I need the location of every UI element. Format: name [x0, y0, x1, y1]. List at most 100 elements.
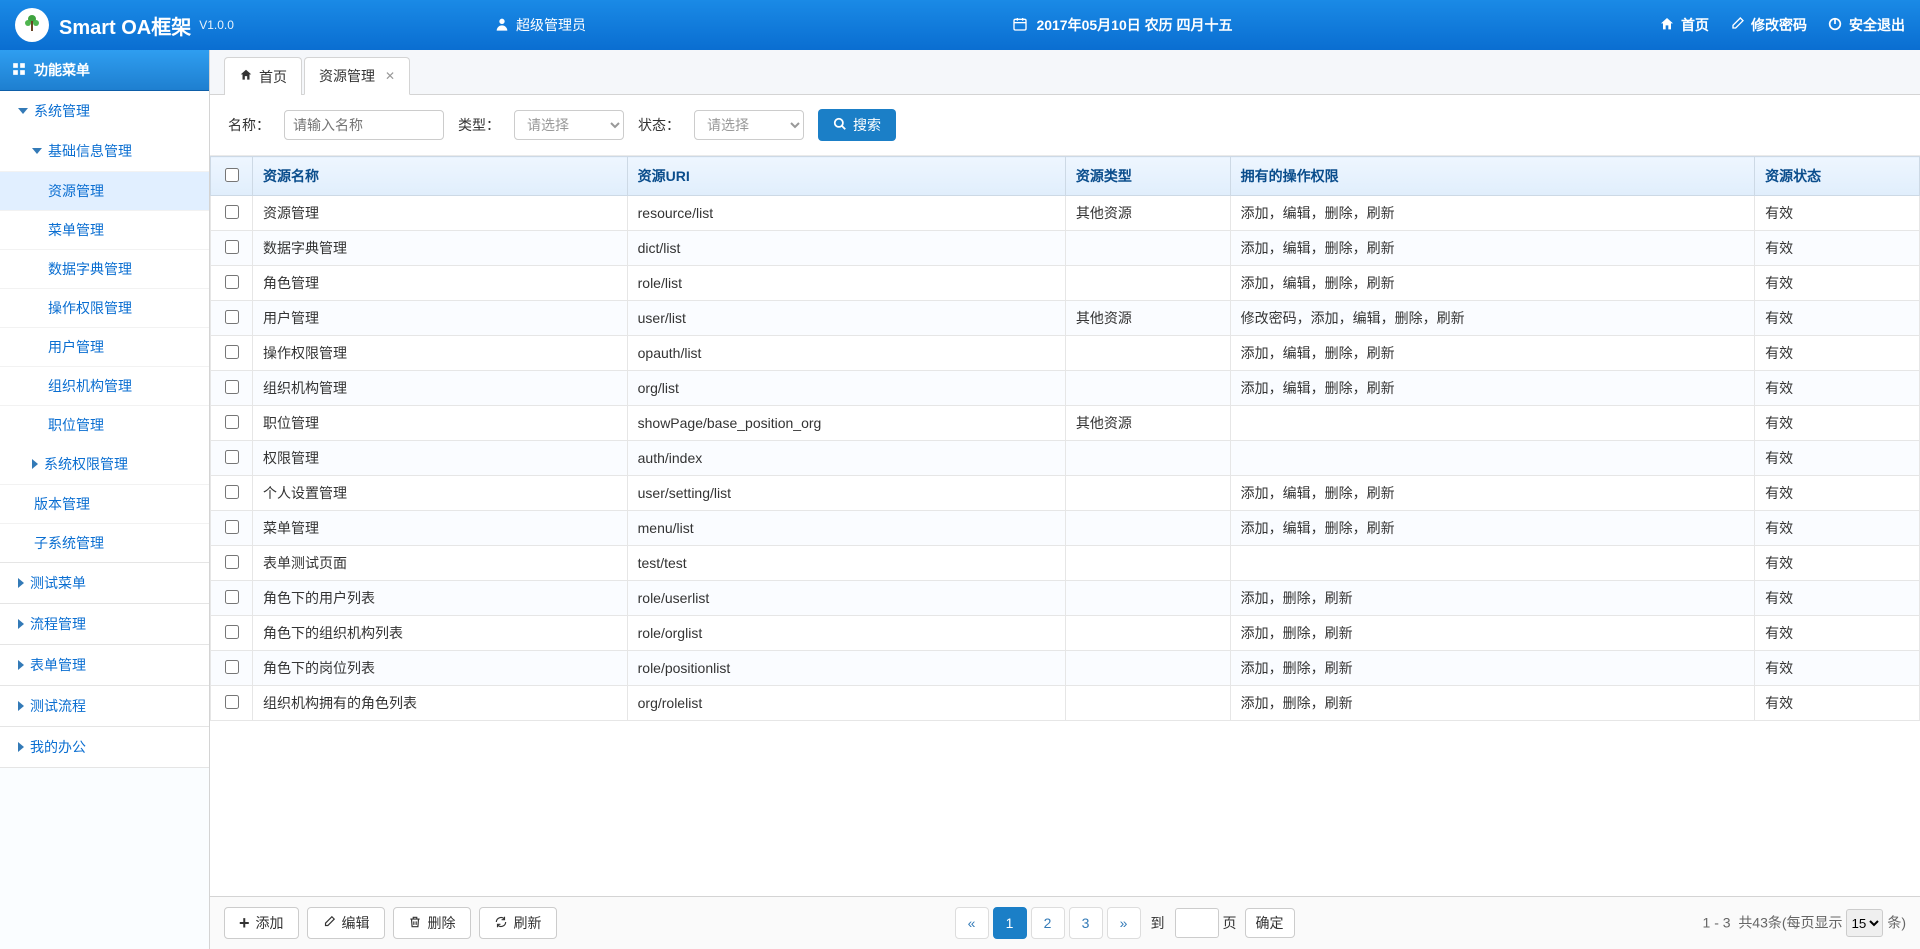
sidebar-item[interactable]: 操作权限管理: [0, 288, 209, 327]
add-button[interactable]: +添加: [224, 907, 299, 939]
table-row[interactable]: 用户管理user/list其他资源修改密码，添加，编辑，删除，刷新有效: [211, 301, 1920, 336]
cell-type: [1065, 651, 1230, 686]
refresh-button[interactable]: 刷新: [479, 907, 557, 939]
column-header: 拥有的操作权限: [1230, 157, 1754, 196]
cell-uri: role/orglist: [627, 616, 1065, 651]
pager-page[interactable]: 3: [1069, 907, 1103, 939]
tab-home[interactable]: 首页: [224, 57, 302, 95]
row-checkbox[interactable]: [225, 310, 239, 324]
table-row[interactable]: 组织机构拥有的角色列表org/rolelist添加，删除，刷新有效: [211, 686, 1920, 721]
menu-system-mgmt[interactable]: 系统管理: [0, 91, 209, 131]
cell-uri: opauth/list: [627, 336, 1065, 371]
row-checkbox[interactable]: [225, 275, 239, 289]
table-row[interactable]: 操作权限管理opauth/list添加，编辑，删除，刷新有效: [211, 336, 1920, 371]
column-header: 资源名称: [253, 157, 628, 196]
cell-uri: user/list: [627, 301, 1065, 336]
menu-group[interactable]: 我的办公: [0, 727, 209, 767]
cell-status: 有效: [1755, 406, 1920, 441]
power-icon: [1827, 16, 1843, 35]
row-checkbox[interactable]: [225, 625, 239, 639]
cell-name: 角色管理: [253, 266, 628, 301]
current-user[interactable]: 超级管理员: [494, 15, 586, 35]
logout-link[interactable]: 安全退出: [1827, 15, 1905, 35]
pager-page[interactable]: 1: [993, 907, 1027, 939]
menu-base-info[interactable]: 基础信息管理: [0, 131, 209, 171]
brand-title: Smart OA框架: [59, 11, 191, 40]
status-select[interactable]: 请选择: [694, 110, 804, 140]
cell-perm: 添加，编辑，删除，刷新: [1230, 476, 1754, 511]
menu-group[interactable]: 测试流程: [0, 686, 209, 726]
sidebar-header: 功能菜单: [0, 50, 209, 91]
sidebar-item[interactable]: 版本管理: [0, 484, 209, 523]
page-confirm-button[interactable]: 确定: [1245, 908, 1295, 938]
close-icon[interactable]: ✕: [385, 69, 395, 83]
row-checkbox[interactable]: [225, 240, 239, 254]
edit-button[interactable]: 编辑: [307, 907, 385, 939]
row-checkbox[interactable]: [225, 415, 239, 429]
cell-name: 用户管理: [253, 301, 628, 336]
row-checkbox[interactable]: [225, 345, 239, 359]
menu-group[interactable]: 测试菜单: [0, 563, 209, 603]
cell-name: 表单测试页面: [253, 546, 628, 581]
sidebar-item[interactable]: 数据字典管理: [0, 249, 209, 288]
cell-uri: role/positionlist: [627, 651, 1065, 686]
table-row[interactable]: 角色管理role/list添加，编辑，删除，刷新有效: [211, 266, 1920, 301]
cell-uri: resource/list: [627, 196, 1065, 231]
type-label: 类型：: [458, 115, 500, 135]
cell-perm: 添加，编辑，删除，刷新: [1230, 196, 1754, 231]
table-row[interactable]: 表单测试页面test/test有效: [211, 546, 1920, 581]
row-checkbox[interactable]: [225, 520, 239, 534]
home-icon: [239, 68, 253, 85]
name-input[interactable]: [284, 110, 444, 140]
type-select[interactable]: 请选择: [514, 110, 624, 140]
logo-icon: [15, 8, 49, 42]
tab-resource-mgmt[interactable]: 资源管理 ✕: [304, 57, 410, 95]
cell-type: [1065, 616, 1230, 651]
table-row[interactable]: 数据字典管理dict/list添加，编辑，删除，刷新有效: [211, 231, 1920, 266]
page-size-select[interactable]: 15: [1846, 909, 1883, 937]
search-button[interactable]: 搜索: [818, 109, 896, 141]
row-checkbox[interactable]: [225, 590, 239, 604]
delete-button[interactable]: 删除: [393, 907, 471, 939]
row-checkbox[interactable]: [225, 205, 239, 219]
table-row[interactable]: 角色下的组织机构列表role/orglist添加，删除，刷新有效: [211, 616, 1920, 651]
table-row[interactable]: 角色下的岗位列表role/positionlist添加，删除，刷新有效: [211, 651, 1920, 686]
cell-name: 角色下的用户列表: [253, 581, 628, 616]
sidebar-item[interactable]: 职位管理: [0, 405, 209, 444]
row-checkbox[interactable]: [225, 695, 239, 709]
table-row[interactable]: 组织机构管理org/list添加，编辑，删除，刷新有效: [211, 371, 1920, 406]
sidebar-item[interactable]: 资源管理: [0, 171, 209, 210]
table-row[interactable]: 菜单管理menu/list添加，编辑，删除，刷新有效: [211, 511, 1920, 546]
row-checkbox[interactable]: [225, 450, 239, 464]
home-link[interactable]: 首页: [1659, 15, 1709, 35]
table-row[interactable]: 资源管理resource/list其他资源添加，编辑，删除，刷新有效: [211, 196, 1920, 231]
table-row[interactable]: 个人设置管理user/setting/list添加，编辑，删除，刷新有效: [211, 476, 1920, 511]
row-checkbox[interactable]: [225, 555, 239, 569]
table-row[interactable]: 角色下的用户列表role/userlist添加，删除，刷新有效: [211, 581, 1920, 616]
menu-group[interactable]: 流程管理: [0, 604, 209, 644]
sidebar-item[interactable]: 菜单管理: [0, 210, 209, 249]
cell-status: 有效: [1755, 616, 1920, 651]
table-row[interactable]: 权限管理auth/index有效: [211, 441, 1920, 476]
pager-page[interactable]: 2: [1031, 907, 1065, 939]
sidebar-item[interactable]: 子系统管理: [0, 523, 209, 562]
footer-bar: +添加 编辑 删除 刷新 « 123 » 到 页 确定 1 - 3 共43条(每…: [210, 896, 1920, 949]
row-checkbox[interactable]: [225, 485, 239, 499]
sidebar-item[interactable]: 用户管理: [0, 327, 209, 366]
column-header: 资源状态: [1755, 157, 1920, 196]
row-checkbox[interactable]: [225, 660, 239, 674]
pager-next[interactable]: »: [1107, 907, 1141, 939]
menu-group[interactable]: 表单管理: [0, 645, 209, 685]
menu-sys-auth[interactable]: 系统权限管理: [0, 444, 209, 484]
change-password-link[interactable]: 修改密码: [1729, 15, 1807, 35]
page-jump-input[interactable]: [1175, 908, 1219, 938]
sidebar-item[interactable]: 组织机构管理: [0, 366, 209, 405]
row-checkbox[interactable]: [225, 380, 239, 394]
calendar-icon: [1012, 16, 1028, 35]
select-all-checkbox[interactable]: [225, 168, 239, 182]
home-icon: [1659, 16, 1675, 35]
cell-name: 菜单管理: [253, 511, 628, 546]
cell-type: [1065, 336, 1230, 371]
pager-prev[interactable]: «: [955, 907, 989, 939]
table-row[interactable]: 职位管理showPage/base_position_org其他资源有效: [211, 406, 1920, 441]
